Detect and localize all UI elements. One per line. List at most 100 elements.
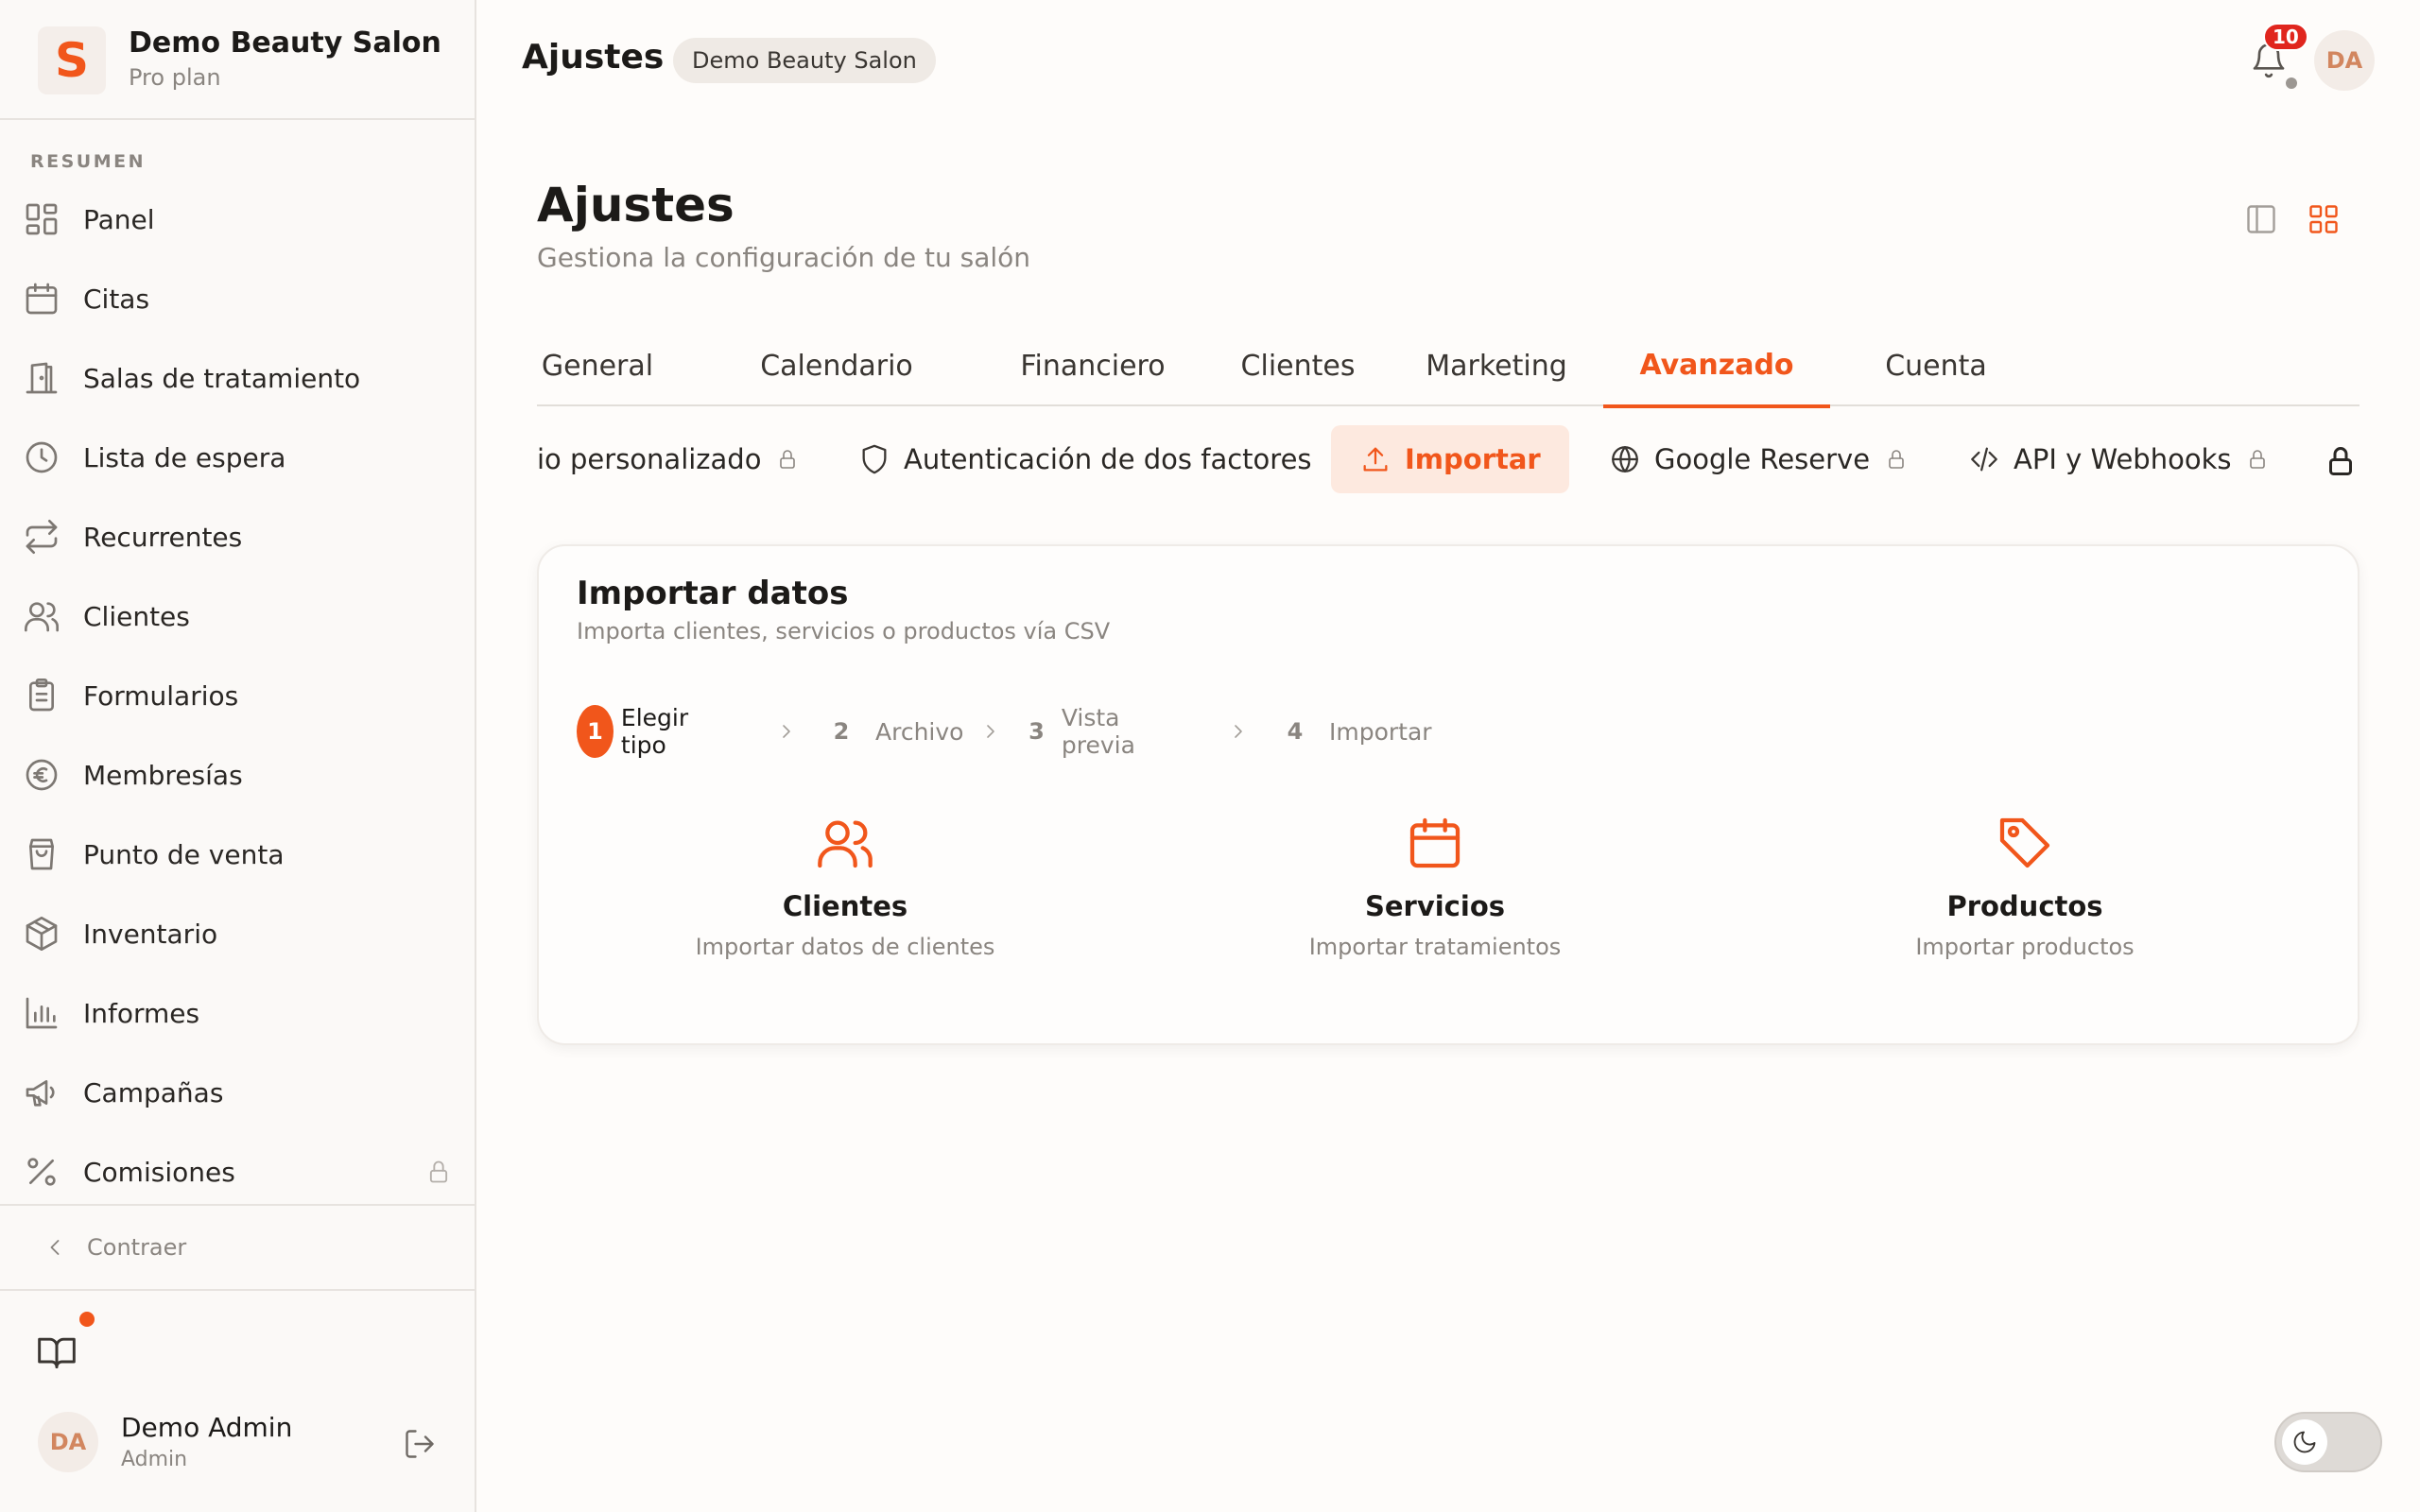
tab-clientes[interactable]: Clientes (1218, 325, 1378, 406)
step-elegir-tipo: 1 Elegir tipo (577, 704, 704, 759)
sidebar-item-label: Punto de venta (83, 838, 285, 870)
step-label: Vista previa (1061, 704, 1135, 759)
status-dot (2286, 77, 2297, 89)
subtab-importar[interactable]: Importar (1331, 425, 1569, 493)
euro-icon (26, 759, 58, 791)
megaphone-icon (26, 1080, 55, 1107)
logout-icon[interactable] (403, 1427, 437, 1461)
topbar-title: Ajustes (522, 38, 665, 77)
tab-calendario[interactable]: Calendario (737, 325, 936, 406)
shopping-bag-icon (29, 838, 55, 870)
percent-icon (27, 1158, 56, 1186)
option-subtitle: Importar productos (1915, 934, 2135, 960)
box-icon (26, 917, 58, 951)
tab-general[interactable]: General (537, 325, 658, 406)
code-icon (1971, 447, 1997, 472)
sidebar-item-membresias[interactable]: Membresías (0, 741, 475, 809)
brand-header[interactable]: S Demo Beauty Salon Pro plan (0, 0, 475, 120)
sidebar-item-inventario[interactable]: Inventario (0, 900, 475, 968)
collapse-sidebar-button[interactable]: Contraer (0, 1204, 475, 1291)
import-type-options: Clientes Importar datos de clientes Serv… (562, 801, 2339, 990)
sidebar-layout-icon[interactable] (2244, 202, 2278, 236)
subtab-label: Google Reserve (1654, 443, 1871, 475)
import-option-clientes[interactable]: Clientes Importar datos de clientes (562, 801, 1129, 990)
subtab-label: Importar (1405, 443, 1541, 475)
sidebar-item-comisiones[interactable]: Comisiones (0, 1138, 475, 1206)
sidebar-item-recurrentes[interactable]: Recurrentes (0, 503, 475, 571)
step-vista-previa: 3 Vista previa (1019, 704, 1153, 759)
subtab-api-webhooks[interactable]: API y Webhooks (1968, 425, 2269, 493)
sidebar-item-label: Clientes (83, 600, 190, 632)
calendar-icon (1409, 817, 1461, 868)
option-title: Servicios (1364, 890, 1506, 922)
sidebar: S Demo Beauty Salon Pro plan RESUMEN Pan… (0, 0, 476, 1512)
sidebar-item-informes[interactable]: Informes (0, 979, 475, 1047)
option-title: Productos (1946, 890, 2103, 922)
option-title: Clientes (782, 890, 908, 922)
lock-icon (780, 450, 796, 469)
sidebar-item-salas[interactable]: Salas de tratamiento (0, 344, 475, 412)
clipboard-icon (29, 679, 54, 712)
advanced-subtabs: io personalizado Autenticación de dos fa… (537, 423, 2360, 495)
option-subtitle: Importar datos de clientes (695, 934, 995, 960)
users-icon (818, 820, 873, 868)
grid-icon (26, 203, 58, 235)
chevron-right-icon (783, 725, 790, 738)
sidebar-item-label: Recurrentes (83, 521, 243, 553)
sidebar-item-label: Panel (83, 203, 155, 235)
tab-marketing[interactable]: Marketing (1416, 325, 1577, 406)
globe-icon (1612, 446, 1638, 472)
step-archivo: 2 Archivo (815, 705, 964, 758)
book-icon[interactable] (36, 1331, 78, 1372)
grid-layout-icon[interactable] (2307, 202, 2341, 236)
page-subtitle: Gestiona la configuración de tu salón (537, 242, 1031, 273)
notification-dot (79, 1312, 95, 1327)
chevron-right-icon (987, 725, 994, 738)
subtab-label: API y Webhooks (2014, 443, 2232, 475)
option-subtitle: Importar tratamientos (1308, 934, 1562, 960)
step-number: 4 (1287, 718, 1304, 745)
sidebar-item-label: Salas de tratamiento (83, 362, 361, 394)
step-number: 2 (833, 718, 850, 745)
sidebar-item-punto-venta[interactable]: Punto de venta (0, 820, 475, 888)
subtab-2fa[interactable]: Autenticación de dos factores (858, 425, 1312, 493)
section-label-resumen: RESUMEN (30, 151, 147, 172)
brand-logo: S (38, 26, 106, 94)
moon-icon (2293, 1431, 2316, 1453)
card-subtitle: Importa clientes, servicios o productos … (577, 618, 1111, 644)
import-option-servicios[interactable]: Servicios Importar tratamientos (1151, 801, 1719, 990)
tab-avanzado[interactable]: Avanzado (1603, 325, 1830, 408)
chevron-right-icon (1235, 725, 1242, 738)
sidebar-item-citas[interactable]: Citas (0, 265, 475, 333)
import-option-productos[interactable]: Productos Importar productos (1741, 801, 2308, 990)
subtab-label: io personalizado (537, 443, 762, 475)
user-name: Demo Admin (121, 1412, 293, 1443)
sidebar-item-formularios[interactable]: Formularios (0, 662, 475, 730)
subtab-dominio-personalizado[interactable]: io personalizado (537, 425, 799, 493)
chevron-left-icon (50, 1240, 60, 1255)
avatar[interactable]: DA (2314, 30, 2375, 91)
door-icon (26, 362, 58, 394)
lock-icon (1889, 450, 1904, 469)
sidebar-item-campanas[interactable]: Campañas (0, 1058, 475, 1126)
settings-tabs: General Calendario Financiero Clientes M… (537, 325, 2360, 408)
brand-name: Demo Beauty Salon (129, 26, 441, 60)
tab-cuenta[interactable]: Cuenta (1860, 325, 2012, 406)
brand-plan: Pro plan (129, 64, 221, 91)
salon-badge: Demo Beauty Salon (673, 38, 936, 83)
user-avatar[interactable]: DA (38, 1412, 98, 1472)
subtab-label: Autenticación de dos factores (904, 443, 1312, 475)
lock-icon[interactable] (2324, 444, 2358, 478)
card-title: Importar datos (577, 575, 849, 612)
theme-toggle[interactable] (2274, 1412, 2382, 1472)
import-card: Importar datos Importa clientes, servici… (537, 544, 2360, 1045)
sidebar-item-label: Citas (83, 283, 150, 315)
subtab-google-reserve[interactable]: Google Reserve (1609, 425, 1908, 493)
repeat-icon (26, 520, 58, 554)
sidebar-item-panel[interactable]: Panel (0, 185, 475, 253)
collapse-label: Contraer (87, 1234, 187, 1261)
lock-icon (2250, 450, 2266, 469)
sidebar-item-clientes[interactable]: Clientes (0, 582, 475, 650)
tab-financiero[interactable]: Financiero (998, 325, 1187, 406)
sidebar-item-lista-espera[interactable]: Lista de espera (0, 423, 475, 491)
